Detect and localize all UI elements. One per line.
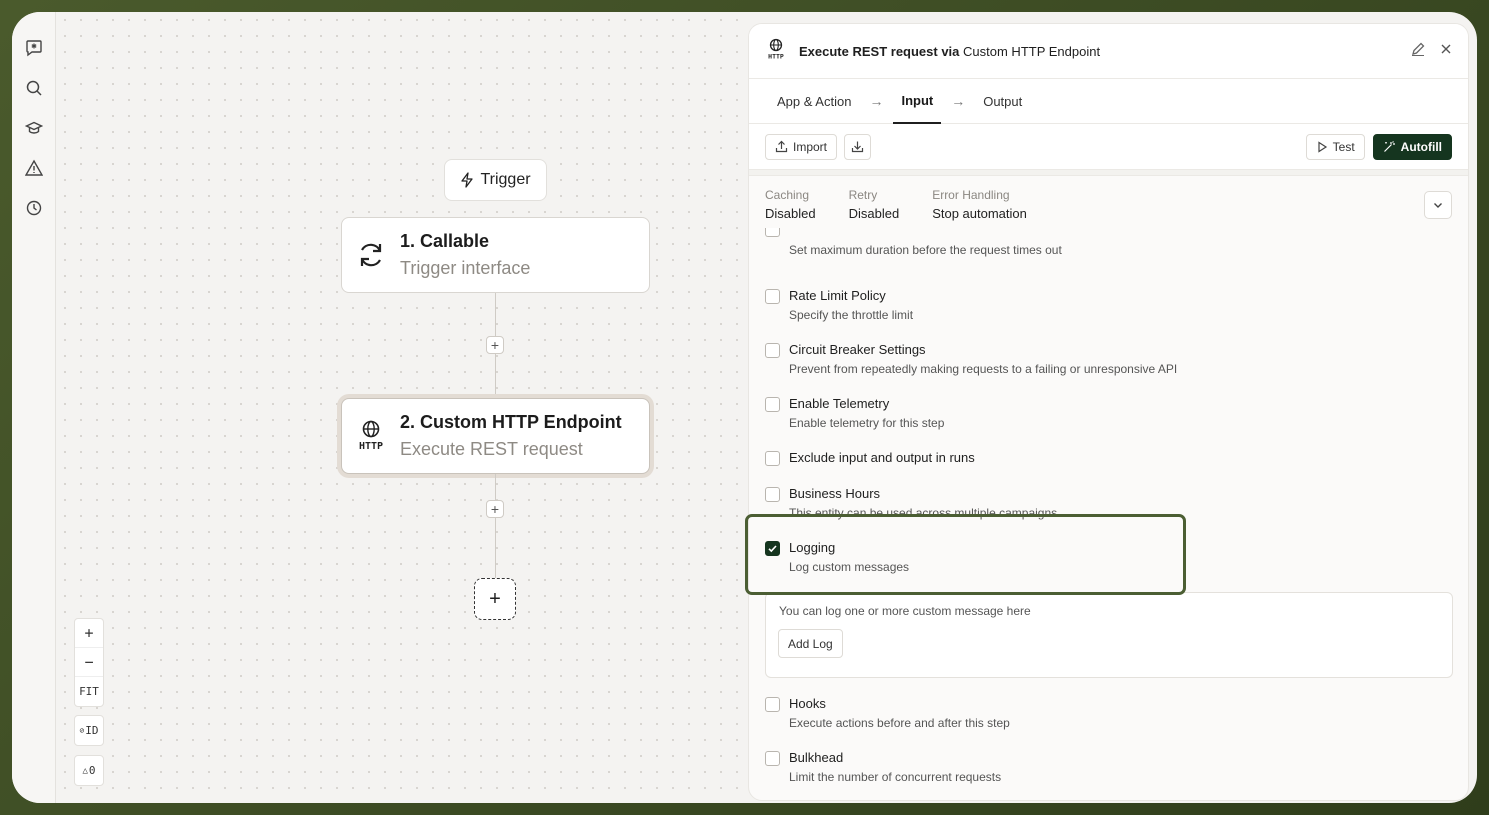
warnings-count-button[interactable]: △ 0 [74, 755, 104, 786]
edit-icon[interactable] [1410, 41, 1426, 62]
check-icon [768, 545, 777, 553]
http-icon: HTTP [765, 38, 787, 65]
node-subtitle: Trigger interface [400, 258, 531, 278]
import-button[interactable]: Import [765, 133, 838, 160]
download-button[interactable] [844, 133, 872, 160]
setting-caching: Caching Disabled [765, 187, 816, 221]
checkbox-checked[interactable] [765, 541, 780, 556]
autofill-label: Autofill [1400, 139, 1442, 154]
trigger-label: Trigger [480, 171, 531, 188]
zoom-out-button[interactable]: − [75, 648, 103, 677]
expand-settings-button[interactable] [1424, 191, 1452, 219]
http-globe-icon: HTTP [342, 420, 400, 452]
checkbox[interactable] [765, 697, 780, 712]
tab-app-action[interactable]: App & Action [769, 79, 859, 124]
step-tabs: App & Action → Input → Output [749, 79, 1468, 124]
download-icon [851, 141, 864, 153]
svg-text:HTTP: HTTP [359, 441, 383, 452]
close-icon[interactable] [1440, 42, 1452, 60]
id-toggle-button[interactable]: ⊘ ID [74, 715, 104, 746]
checkbox[interactable] [765, 289, 780, 304]
refresh-icon [342, 240, 400, 270]
checkbox[interactable] [765, 751, 780, 766]
add-step-button[interactable]: + [486, 500, 504, 518]
add-log-button[interactable]: Add Log [778, 629, 843, 658]
play-icon [1318, 140, 1327, 153]
chat-star-icon[interactable] [22, 36, 46, 60]
setting-error-handling: Error Handling Stop automation [932, 187, 1027, 221]
setting-retry: Retry Disabled [848, 187, 900, 221]
node-callable[interactable]: 1. Callable Trigger interface [341, 217, 650, 293]
panel-title: Execute REST request via Custom HTTP End… [799, 43, 1101, 59]
node-title: 2. Custom HTTP Endpoint [400, 412, 622, 432]
search-icon[interactable] [22, 76, 46, 100]
panel-toolbar: Import Test Autofill [749, 124, 1468, 170]
autofill-button[interactable]: Autofill [1372, 133, 1452, 160]
node-title: 1. Callable [400, 231, 490, 251]
step-config-panel: HTTP Execute REST request via Custom HTT… [748, 23, 1469, 801]
lightning-icon [461, 172, 474, 188]
zoom-controls: + − FIT [74, 618, 104, 707]
test-label: Test [1332, 139, 1355, 154]
panel-header: HTTP Execute REST request via Custom HTT… [749, 24, 1468, 79]
fit-button[interactable]: FIT [75, 677, 103, 706]
checkbox[interactable] [765, 228, 780, 237]
arrow-right-icon: → [951, 93, 966, 109]
checkbox[interactable] [765, 487, 780, 502]
logging-config-box: You can log one or more custom message h… [765, 592, 1453, 678]
checkbox[interactable] [765, 397, 780, 412]
workflow-canvas[interactable]: Trigger 1. Callable Trigger interface + … [57, 12, 749, 803]
warning-small-icon: △ [82, 765, 88, 776]
svg-text:HTTP: HTTP [768, 52, 784, 60]
node-subtitle: Execute REST request [400, 439, 583, 459]
checkbox[interactable] [765, 343, 780, 358]
id-toggle-label: ID [85, 724, 99, 737]
magic-wand-icon [1383, 141, 1395, 152]
app-window: Trigger 1. Callable Trigger interface + … [12, 12, 1477, 803]
history-icon[interactable] [22, 196, 46, 220]
left-rail [12, 12, 56, 803]
graduation-cap-icon[interactable] [22, 116, 46, 140]
trigger-button[interactable]: Trigger [444, 159, 547, 201]
tab-input[interactable]: Input [893, 79, 942, 124]
arrow-right-icon: → [869, 93, 884, 109]
node-http-endpoint[interactable]: HTTP 2. Custom HTTP Endpoint Execute RES… [341, 398, 650, 474]
test-button[interactable]: Test [1305, 133, 1365, 160]
logging-hint: You can log one or more custom message h… [779, 604, 1031, 618]
zoom-in-button[interactable]: + [75, 619, 103, 648]
warning-icon[interactable] [22, 156, 46, 180]
upload-icon [775, 140, 788, 153]
add-step-button[interactable]: + [486, 336, 504, 354]
warnings-count: 0 [88, 764, 96, 777]
connector-line [495, 518, 496, 578]
tab-output[interactable]: Output [975, 79, 1030, 124]
step-settings-summary: Caching Disabled Retry Disabled Error Ha… [749, 176, 1468, 232]
add-final-step-button[interactable]: + [474, 578, 516, 620]
import-label: Import [793, 139, 828, 154]
checkbox[interactable] [765, 451, 780, 466]
connector-line [495, 354, 496, 398]
eye-off-icon: ⊘ [79, 726, 85, 735]
chevron-down-icon [1434, 203, 1442, 208]
